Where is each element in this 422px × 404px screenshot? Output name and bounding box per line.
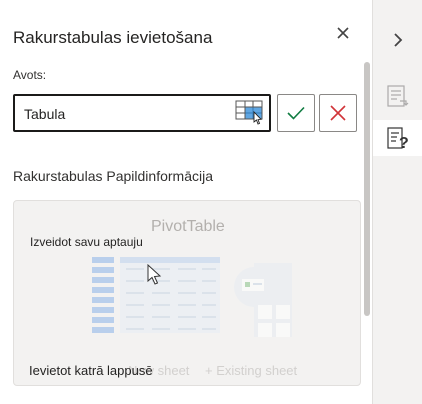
cancel-x-icon (330, 105, 346, 121)
card-faded-title: PivotTable (151, 218, 225, 235)
chevron-right-icon (394, 33, 403, 47)
insert-pivottable-pane: Rakurstabulas ievietošana Avots: Tabula (0, 0, 373, 404)
range-select-button[interactable] (235, 100, 267, 127)
close-icon (337, 27, 349, 39)
source-input[interactable]: Tabula (13, 94, 271, 132)
pane-title: Rakurstabulas ievietošana (13, 28, 213, 47)
source-input-value: Tabula (24, 106, 66, 122)
pivottable-illustration (92, 257, 292, 337)
close-button[interactable] (332, 22, 354, 44)
cancel-button[interactable] (319, 94, 357, 132)
rail-item-pivot-fields[interactable] (380, 78, 416, 114)
collapse-pane-button[interactable] (380, 22, 416, 58)
source-label: Avots: (13, 68, 47, 82)
svg-text:?: ? (399, 135, 409, 152)
pivot-fields-icon (387, 85, 409, 107)
checkmark-icon (287, 106, 305, 120)
section-title: Rakurstabulas Papildinformācija (13, 168, 213, 184)
card-overlay-text: Izveidot savu aptauju (30, 235, 143, 249)
card-bottom-text: Ievietot katrā lappusē (29, 363, 153, 378)
ok-button[interactable] (277, 94, 315, 132)
side-rail: ? (373, 0, 422, 404)
pane-scrollbar[interactable] (364, 62, 370, 316)
rail-item-pivot-help[interactable]: ? (373, 120, 422, 156)
card-faded-existing-sheet: + Existing sheet (205, 363, 298, 378)
range-select-icon (235, 100, 263, 125)
pivottable-info-card: PivotTable Izveidot savu aptauju New she… (13, 200, 361, 386)
pivot-help-icon: ? (386, 127, 409, 152)
